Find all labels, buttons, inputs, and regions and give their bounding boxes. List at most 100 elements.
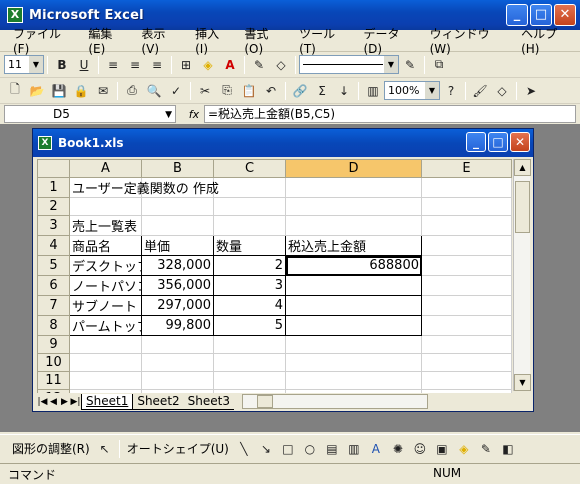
cell-d6[interactable] xyxy=(285,275,422,296)
paint-bucket-icon[interactable]: 🖌 xyxy=(470,81,490,101)
cell-d5-active[interactable]: 688800 xyxy=(285,255,422,276)
font-color-icon[interactable]: A xyxy=(220,55,240,75)
cell-d1[interactable] xyxy=(285,177,422,198)
cell-e2[interactable] xyxy=(421,197,512,216)
name-box[interactable]: D5 ▼ xyxy=(4,105,176,123)
open-folder-icon[interactable]: 📂 xyxy=(27,81,47,101)
underline-icon[interactable]: U xyxy=(74,55,94,75)
spelling-icon[interactable]: ✓ xyxy=(166,81,186,101)
row-header[interactable]: 3 xyxy=(37,215,70,236)
shadow-3d-icon[interactable]: ◧ xyxy=(498,439,518,459)
new-file-icon[interactable]: 🗋 xyxy=(5,81,25,101)
maximize-button[interactable]: □ xyxy=(530,4,552,26)
cell-d3[interactable] xyxy=(285,215,422,236)
scroll-down-icon[interactable]: ▼ xyxy=(514,374,531,391)
undo-icon[interactable]: ↶ xyxy=(261,81,281,101)
cell-e3[interactable] xyxy=(421,215,512,236)
cell-c1[interactable] xyxy=(213,177,286,198)
workbook-icon[interactable]: X xyxy=(38,136,52,150)
cell-b7[interactable]: 297,000 xyxy=(141,295,214,316)
cell-e8[interactable] xyxy=(421,315,512,336)
cell-d8[interactable] xyxy=(285,315,422,336)
scroll-thumb[interactable] xyxy=(515,181,530,233)
row-header[interactable]: 1 xyxy=(37,177,70,198)
formula-input[interactable]: =税込売上金額(B5,C5) xyxy=(204,105,576,123)
vertical-scrollbar[interactable]: ▲ ▼ xyxy=(513,159,531,391)
hyperlink-icon[interactable]: 🔗 xyxy=(290,81,310,101)
row-header[interactable]: 7 xyxy=(37,295,70,316)
arrow-icon[interactable]: ➤ xyxy=(521,81,541,101)
cell-b6[interactable]: 356,000 xyxy=(141,275,214,296)
row-header[interactable]: 5 xyxy=(37,255,70,276)
cell-a8[interactable]: パームトップ xyxy=(69,315,142,336)
fill-color-icon[interactable]: ◈ xyxy=(198,55,218,75)
print-preview-icon[interactable]: 🔍 xyxy=(144,81,164,101)
column-header-d[interactable]: D xyxy=(285,159,422,178)
line-color-icon[interactable]: ✎ xyxy=(476,439,496,459)
cell-c11[interactable] xyxy=(213,371,286,390)
cell-b10[interactable] xyxy=(141,353,214,372)
cell-a6[interactable]: ノートパソコ xyxy=(69,275,142,296)
column-header-a[interactable]: A xyxy=(69,159,142,178)
cell-b4[interactable]: 単価 xyxy=(141,235,214,256)
cell-d10[interactable] xyxy=(285,353,422,372)
textbox-icon[interactable]: ▤ xyxy=(322,439,342,459)
first-sheet-icon[interactable]: |◀ xyxy=(37,397,48,407)
minimize-button[interactable]: _ xyxy=(506,4,528,26)
clipart-icon[interactable]: ☺ xyxy=(410,439,430,459)
rectangle-icon[interactable]: □ xyxy=(278,439,298,459)
select-all-button[interactable] xyxy=(37,159,70,178)
prev-sheet-icon[interactable]: ◀ xyxy=(48,397,59,407)
cell-a2[interactable] xyxy=(69,197,142,216)
workbook-close-button[interactable]: ✕ xyxy=(510,132,530,152)
cell-a3[interactable]: 売上一覧表 xyxy=(69,215,142,236)
cell-b9[interactable] xyxy=(141,335,214,354)
cell-d11[interactable] xyxy=(285,371,422,390)
row-header[interactable]: 2 xyxy=(37,197,70,216)
workbook-maximize-button[interactable]: □ xyxy=(488,132,508,152)
cell-c8[interactable]: 5 xyxy=(213,315,286,336)
column-header-c[interactable]: C xyxy=(213,159,286,178)
cell-e11[interactable] xyxy=(421,371,512,390)
horizontal-scroll-thumb[interactable] xyxy=(256,395,273,408)
cell-e5[interactable] xyxy=(421,255,512,276)
line-color-icon[interactable]: ✎ xyxy=(400,55,420,75)
cut-icon[interactable]: ✂ xyxy=(195,81,215,101)
cell-b8[interactable]: 99,800 xyxy=(141,315,214,336)
zoom-select[interactable]: 100% ▼ xyxy=(384,81,440,100)
column-header-e[interactable]: E xyxy=(421,159,512,178)
row-header[interactable]: 11 xyxy=(37,371,70,390)
cell-c10[interactable] xyxy=(213,353,286,372)
vertical-textbox-icon[interactable]: ▥ xyxy=(344,439,364,459)
last-sheet-icon[interactable]: ▶| xyxy=(70,397,81,407)
horizontal-scrollbar[interactable] xyxy=(241,394,428,409)
row-header[interactable]: 8 xyxy=(37,315,70,336)
workbook-minimize-button[interactable]: _ xyxy=(466,132,486,152)
cell-c5[interactable]: 2 xyxy=(213,255,286,276)
autoshape-menu[interactable]: オートシェイプ(U) xyxy=(127,440,229,457)
eraser-icon[interactable]: ◇ xyxy=(492,81,512,101)
cell-a7[interactable]: サブノート xyxy=(69,295,142,316)
font-size-select[interactable]: 11 ▼ xyxy=(4,55,44,74)
cell-e4[interactable] xyxy=(421,235,512,256)
cell-c4[interactable]: 数量 xyxy=(213,235,286,256)
align-left-icon[interactable]: ≡ xyxy=(103,55,123,75)
save-icon[interactable]: 💾 xyxy=(49,81,69,101)
ellipse-icon[interactable]: ○ xyxy=(300,439,320,459)
cell-a9[interactable] xyxy=(69,335,142,354)
cell-a11[interactable] xyxy=(69,371,142,390)
cell-e6[interactable] xyxy=(421,275,512,296)
close-button[interactable]: ✕ xyxy=(554,4,576,26)
email-icon[interactable]: ✉ xyxy=(93,81,113,101)
next-sheet-icon[interactable]: ▶ xyxy=(59,397,70,407)
line-style-select[interactable]: ▼ xyxy=(299,55,399,74)
permission-icon[interactable]: 🔒 xyxy=(71,81,91,101)
cell-b5[interactable]: 328,000 xyxy=(141,255,214,276)
cell-e7[interactable] xyxy=(421,295,512,316)
picture-icon[interactable]: ▣ xyxy=(432,439,452,459)
cell-a10[interactable] xyxy=(69,353,142,372)
sheet-tab-2[interactable]: Sheet2 xyxy=(133,394,184,410)
diagram-icon[interactable]: ✺ xyxy=(388,439,408,459)
cell-d4[interactable]: 税込売上金額 xyxy=(285,235,422,256)
cell-d7[interactable] xyxy=(285,295,422,316)
